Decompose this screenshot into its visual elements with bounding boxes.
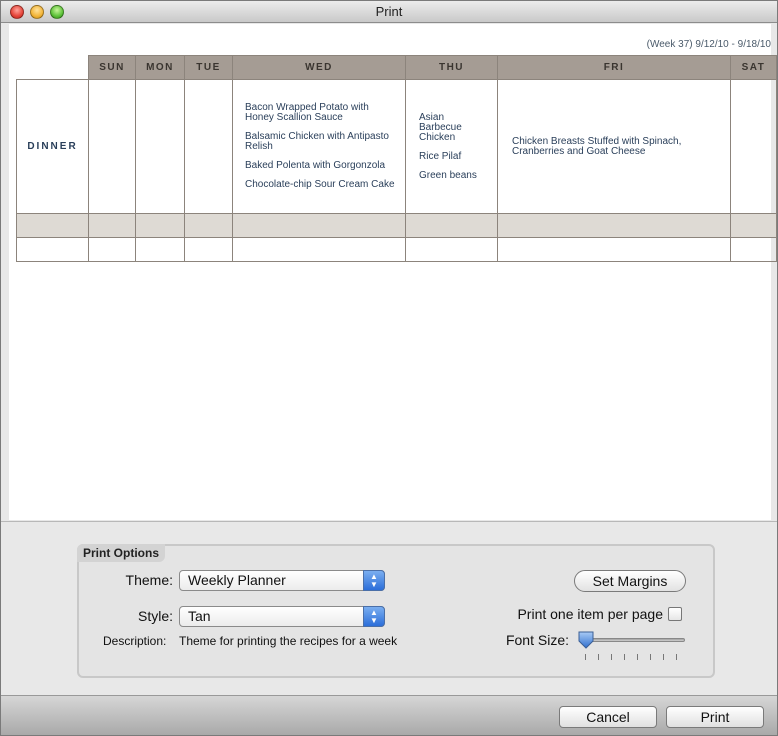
table-row <box>16 237 777 262</box>
one-item-per-page-label: Print one item per page <box>517 606 663 622</box>
style-label: Style: <box>137 608 173 624</box>
window-title: Print <box>375 4 403 19</box>
weekly-planner-table: SUN MON TUE WED THU FRI SAT DINNER Bacon… <box>16 55 777 262</box>
meal-item: Bacon Wrapped Potato with Honey Scallion… <box>245 102 369 123</box>
print-dialog-window: Print (Week 37) 9/12/10 - 9/18/10 SUN MO… <box>0 0 778 736</box>
dinner-cell-wed: Bacon Wrapped Potato with Honey Scallion… <box>232 79 406 214</box>
print-button[interactable]: Print <box>666 706 764 728</box>
style-select-value: Tan <box>188 608 211 624</box>
day-header-sat: SAT <box>730 55 777 80</box>
description-value: Theme for printing the recipes for a wee… <box>179 634 398 648</box>
dinner-row-label: DINNER <box>16 79 89 214</box>
style-select[interactable]: Tan ▲ ▼ <box>179 606 385 627</box>
meal-item: Baked Polenta with Gorgonzola <box>245 160 386 171</box>
slider-tick <box>663 654 664 660</box>
meal-item: Green beans <box>419 169 477 181</box>
dinner-cell-sat <box>730 79 777 214</box>
font-size-label: Font Size: <box>505 632 569 648</box>
week-range: (Week 37) 9/12/10 - 9/18/10 <box>646 39 771 50</box>
meal-item: Rice Pilaf <box>419 150 462 162</box>
meal-item: Chocolate-chip Sour Cream Cake <box>245 179 395 190</box>
up-down-arrows-icon: ▲ ▼ <box>363 606 385 627</box>
day-header-thu: THU <box>405 55 498 80</box>
dinner-cell-fri: Chicken Breasts Stuffed with Spinach, Cr… <box>497 79 731 214</box>
one-item-per-page-checkbox[interactable] <box>668 607 682 621</box>
dinner-cell-tue <box>184 79 233 214</box>
meal-item: Chicken Breasts Stuffed with Spinach, Cr… <box>512 135 682 157</box>
day-header-sun: SUN <box>88 55 136 80</box>
slider-tick <box>585 654 586 660</box>
slider-tick <box>650 654 651 660</box>
cancel-button[interactable]: Cancel <box>559 706 657 728</box>
dinner-cell-sun <box>88 79 136 214</box>
slider-tick <box>637 654 638 660</box>
set-margins-button[interactable]: Set Margins <box>574 570 686 592</box>
slider-tick <box>611 654 612 660</box>
slider-tick <box>676 654 677 660</box>
options-panel: Print Options Theme: Weekly Planner ▲ ▼ S… <box>1 521 777 695</box>
dinner-row: DINNER Bacon Wrapped Potato with Honey S… <box>16 79 777 214</box>
day-header-mon: MON <box>135 55 185 80</box>
day-header-fri: FRI <box>497 55 731 80</box>
table-row <box>16 213 777 238</box>
day-header-row: SUN MON TUE WED THU FRI SAT <box>16 55 777 80</box>
print-options-title: Print Options <box>77 544 165 562</box>
meal-item: Balsamic Chicken with Antipasto Relish <box>245 131 389 152</box>
description-label: Description: <box>103 634 167 648</box>
theme-select-value: Weekly Planner <box>188 572 286 588</box>
meal-item: Asian Barbecue Chicken <box>419 111 462 143</box>
slider-tick <box>624 654 625 660</box>
font-size-slider-knob[interactable] <box>577 630 595 650</box>
dinner-cell-mon <box>135 79 185 214</box>
theme-select[interactable]: Weekly Planner ▲ ▼ <box>179 570 385 591</box>
day-header-tue: TUE <box>184 55 233 80</box>
slider-tick <box>598 654 599 660</box>
dialog-footer: Cancel Print <box>1 695 777 735</box>
day-header-wed: WED <box>232 55 406 80</box>
up-down-arrows-icon: ▲ ▼ <box>363 570 385 591</box>
title-bar[interactable]: Print <box>1 1 777 23</box>
theme-label: Theme: <box>125 572 173 588</box>
corner-cell <box>16 55 89 80</box>
dinner-cell-thu: Asian Barbecue Chicken Rice Pilaf Green … <box>405 79 498 214</box>
